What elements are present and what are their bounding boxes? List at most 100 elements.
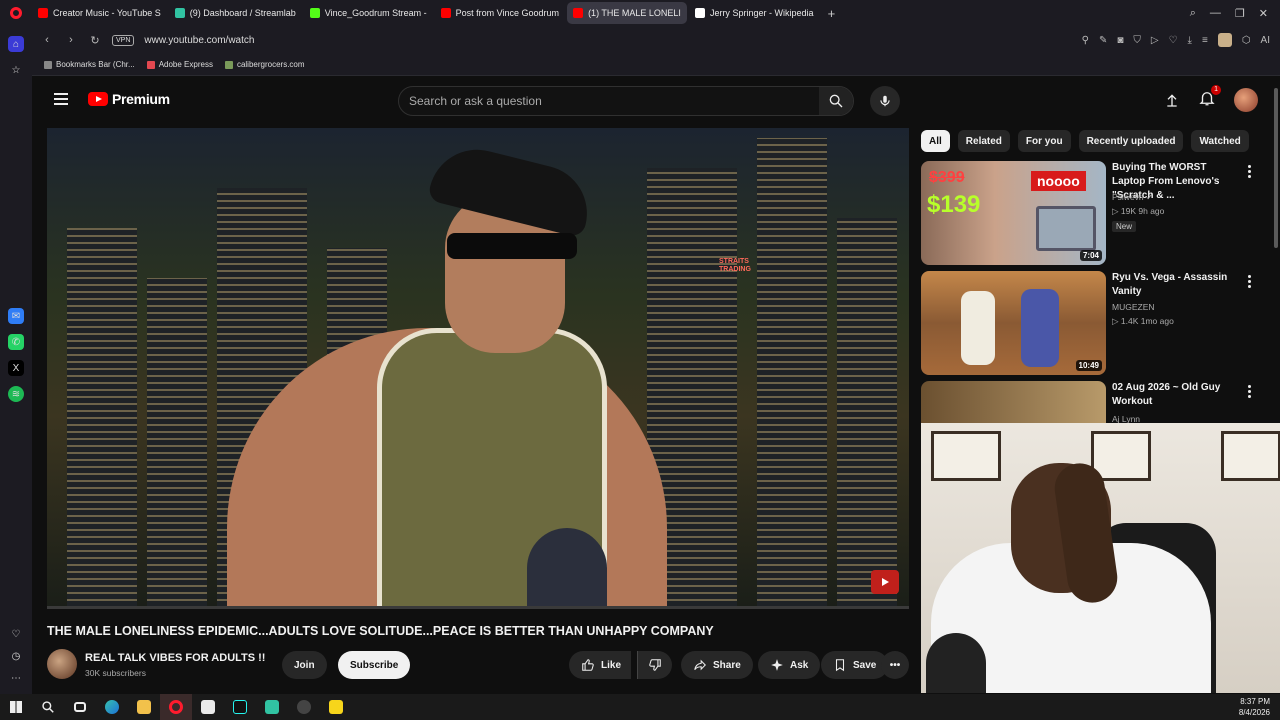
search-input[interactable] [399, 87, 799, 115]
video-duration: 10:49 [1075, 360, 1102, 371]
edit-icon[interactable]: ✎ [1099, 35, 1107, 46]
tab-current-video[interactable]: (1) THE MALE LONELI [567, 2, 687, 24]
tiktok-icon[interactable] [224, 694, 256, 720]
video-player[interactable]: STRAITS TRADING [47, 128, 909, 608]
extensions-icon[interactable]: ⬡ [1242, 35, 1251, 46]
channel-avatar[interactable] [47, 649, 77, 679]
like-button[interactable]: Like [569, 651, 632, 679]
recommended-channel[interactable]: MUGEZEN [1112, 302, 1155, 312]
history-icon[interactable]: ◷ [8, 648, 24, 664]
camera-icon[interactable]: ◙ [1117, 35, 1123, 46]
maximize-icon[interactable]: ❐ [1235, 7, 1245, 20]
kebab-menu-icon[interactable] [1248, 275, 1252, 288]
zoom-icon[interactable]: ⚲ [1082, 35, 1089, 46]
video-thumbnail[interactable] [921, 381, 1106, 423]
menu-icon[interactable]: ≡ [1202, 35, 1208, 46]
join-button[interactable]: Join [282, 651, 327, 679]
close-icon[interactable]: ✕ [1259, 7, 1268, 20]
channel-name[interactable]: REAL TALK VIBES FOR ADULTS !! [85, 652, 265, 664]
system-clock[interactable]: 8:37 PM 8/4/2026 [1239, 696, 1280, 718]
obs-icon[interactable] [288, 694, 320, 720]
hamburger-menu-icon[interactable] [54, 93, 68, 105]
tab-streamlabs[interactable]: (9) Dashboard / Streamlab [169, 2, 302, 24]
heart-icon[interactable]: ♡ [1169, 35, 1178, 46]
recommended-video[interactable]: 02 Aug 2026 ~ Old Guy Workout Aj Lynn [921, 381, 1271, 423]
forward-icon[interactable]: › [64, 34, 78, 46]
more-icon: ••• [889, 659, 901, 671]
bookmark-item[interactable]: calibergrocers.com [224, 60, 305, 69]
tab-kick-stream[interactable]: Vince_Goodrum Stream - [304, 2, 433, 24]
more-actions-button[interactable]: ••• [881, 651, 909, 679]
recommended-title[interactable]: Ryu Vs. Vega - Assassin Vanity [1112, 271, 1242, 299]
edge-icon[interactable] [96, 694, 128, 720]
opera-icon[interactable] [160, 694, 192, 720]
download-icon[interactable]: ⤓ [1188, 35, 1192, 46]
task-view-icon[interactable] [64, 694, 96, 720]
back-icon[interactable]: ‹ [40, 34, 54, 46]
reload-icon[interactable]: ↻ [88, 34, 102, 47]
user-avatar[interactable] [1234, 88, 1258, 112]
chip-all[interactable]: All [921, 130, 950, 152]
vpn-badge[interactable]: VPN [112, 34, 135, 46]
new-tab-button[interactable]: + [821, 6, 841, 21]
player-icon[interactable]: ▷ [1151, 35, 1159, 46]
bookmark-item[interactable]: Bookmarks Bar (Chr... [44, 60, 135, 69]
tab-creator-music[interactable]: Creator Music - YouTube S [32, 2, 167, 24]
more-icon[interactable]: ⋯ [8, 670, 24, 686]
chip-recently-uploaded[interactable]: Recently uploaded [1078, 130, 1184, 152]
recommended-channel[interactable]: Aj Lynn [1112, 414, 1140, 423]
subscribe-watermark-icon[interactable] [871, 570, 899, 594]
search-button[interactable] [819, 87, 853, 115]
kebab-menu-icon[interactable] [1248, 385, 1252, 398]
home-icon[interactable]: ⌂ [8, 36, 24, 52]
file-explorer-icon[interactable] [128, 694, 160, 720]
star-icon[interactable]: ☆ [8, 62, 24, 78]
tab-post[interactable]: Post from Vince Goodrum [435, 2, 565, 24]
profile-avatar[interactable] [1217, 33, 1232, 47]
ask-button[interactable]: Ask [758, 651, 821, 679]
voice-search-button[interactable] [870, 86, 900, 116]
recommended-title[interactable]: 02 Aug 2026 ~ Old Guy Workout [1112, 381, 1242, 409]
whatsapp-icon[interactable]: ✆ [8, 334, 24, 350]
share-button[interactable]: Share [681, 651, 753, 679]
spotify-icon[interactable]: ≋ [8, 386, 24, 402]
upload-icon[interactable] [1164, 92, 1180, 108]
youtube-play-icon [88, 92, 108, 106]
sticky-notes-icon[interactable] [320, 694, 352, 720]
start-icon[interactable] [0, 694, 32, 720]
bookmark-item[interactable]: Adobe Express [146, 60, 213, 69]
recommended-video[interactable]: $399 $139 noooo 7:04 Buying The WORST La… [921, 161, 1271, 265]
messenger-icon[interactable]: ✉ [8, 308, 24, 324]
search-tabs-icon[interactable]: ⌕ [1190, 7, 1196, 20]
page-scrollbar[interactable] [1274, 88, 1278, 248]
streamlabs-icon[interactable] [256, 694, 288, 720]
save-button[interactable]: Save [821, 651, 889, 679]
aria-ai-icon[interactable]: AI [1261, 35, 1270, 46]
opera-logo-icon[interactable] [0, 0, 32, 26]
shield-icon[interactable]: ⛉ [1133, 35, 1141, 46]
heart-icon[interactable]: ♡ [8, 626, 24, 642]
video-thumbnail[interactable]: $399 $139 noooo 7:04 [921, 161, 1106, 265]
cart-icon [224, 60, 233, 69]
tab-wikipedia[interactable]: Jerry Springer - Wikipedia [689, 2, 820, 24]
minimize-icon[interactable]: — [1210, 7, 1221, 19]
search-icon[interactable] [32, 694, 64, 720]
video-thumbnail[interactable]: 10:49 [921, 271, 1106, 375]
subscribe-button[interactable]: Subscribe [338, 651, 411, 679]
microphone-icon [880, 95, 890, 107]
x-icon[interactable]: X [8, 360, 24, 376]
recommended-channel[interactable]: Psiwevri ✓ [1112, 192, 1153, 203]
kebab-menu-icon[interactable] [1248, 165, 1252, 178]
youtube-logo[interactable]: Premium [88, 91, 170, 107]
fighter-image [1021, 289, 1059, 367]
chip-watched[interactable]: Watched [1191, 130, 1249, 152]
chip-related[interactable]: Related [957, 130, 1010, 152]
recommended-video[interactable]: 10:49 Ryu Vs. Vega - Assassin Vanity MUG… [921, 271, 1271, 375]
store-icon[interactable] [192, 694, 224, 720]
dislike-button[interactable] [637, 651, 672, 679]
browser-sidebar: ⌂ ☆ ✉ ✆ X ≋ ♡ ◷ ⋯ [0, 26, 32, 696]
chip-for-you[interactable]: For you [1017, 130, 1071, 152]
video-progress-bar[interactable] [47, 606, 909, 609]
notifications-button[interactable]: 1 [1198, 84, 1221, 112]
url-field[interactable]: www.youtube.com/watch [144, 35, 254, 46]
